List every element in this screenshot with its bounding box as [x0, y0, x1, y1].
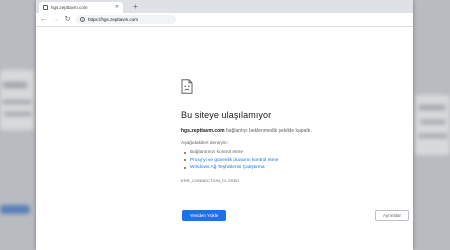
tab-title: hgs.zepttavm.com — [51, 5, 88, 10]
suggestion-item: Proxy'yi ve güvenlik duvarını kontrol et… — [184, 157, 413, 165]
suggestion-item: Bağlantınızı kontrol etme — [184, 149, 413, 157]
bullet-icon — [184, 166, 186, 169]
suggestion-list: Bağlantınızı kontrol etme Proxy'yi ve gü… — [184, 149, 413, 172]
error-page: Bu siteye ulaşılamıyor hgs.zepttavm.com … — [36, 27, 413, 183]
error-host: hgs.zepttavm.com — [181, 128, 225, 134]
error-code: ERR_CONNECTION_CLOSED — [181, 177, 240, 183]
suggestion-item: Windows Ağ Teşhislerini Çalıştırma — [184, 164, 413, 172]
bullet-icon — [184, 151, 186, 154]
url-text[interactable]: https://hgs.zepttavm.com — [88, 17, 138, 22]
forward-icon[interactable]: → — [52, 16, 59, 23]
error-description: hgs.zepttavm.com bağlantıyı beklenmedik … — [181, 128, 413, 134]
tab-strip: hgs.zepttavm.com ✕ + — [36, 0, 413, 13]
browser-toolbar: ← → ↻ i https://hgs.zepttavm.com — [36, 13, 413, 27]
bullet-icon — [184, 159, 186, 162]
reload-button[interactable]: Yeniden Yükle — [182, 210, 226, 221]
address-bar[interactable]: i https://hgs.zepttavm.com — [76, 15, 176, 24]
error-title: Bu siteye ulaşılamıyor — [181, 110, 272, 120]
back-icon[interactable]: ← — [40, 16, 47, 23]
site-info-icon[interactable]: i — [80, 17, 85, 22]
active-tab[interactable]: hgs.zepttavm.com ✕ — [39, 2, 123, 13]
error-description-text: bağlantıyı beklenmedik şekilde kapattı. — [224, 128, 312, 134]
browser-window: hgs.zepttavm.com ✕ + ← → ↻ i https://hgs… — [36, 0, 413, 250]
try-label: Aşağıdakileri deneyin: — [181, 141, 228, 146]
close-tab-icon[interactable]: ✕ — [115, 5, 119, 10]
sad-page-icon — [181, 79, 193, 94]
suggestion-check-proxy-link[interactable]: Proxy'yi ve güvenlik duvarını kontrol et… — [190, 157, 278, 165]
page-favicon-icon — [43, 5, 48, 10]
suggestion-check-connection: Bağlantınızı kontrol etme — [190, 150, 244, 155]
suggestion-network-diagnostics-link[interactable]: Windows Ağ Teşhislerini Çalıştırma — [190, 164, 265, 172]
new-tab-icon[interactable]: + — [133, 1, 138, 12]
reload-icon[interactable]: ↻ — [64, 16, 71, 23]
details-button[interactable]: Ayrıntılar — [375, 210, 409, 221]
